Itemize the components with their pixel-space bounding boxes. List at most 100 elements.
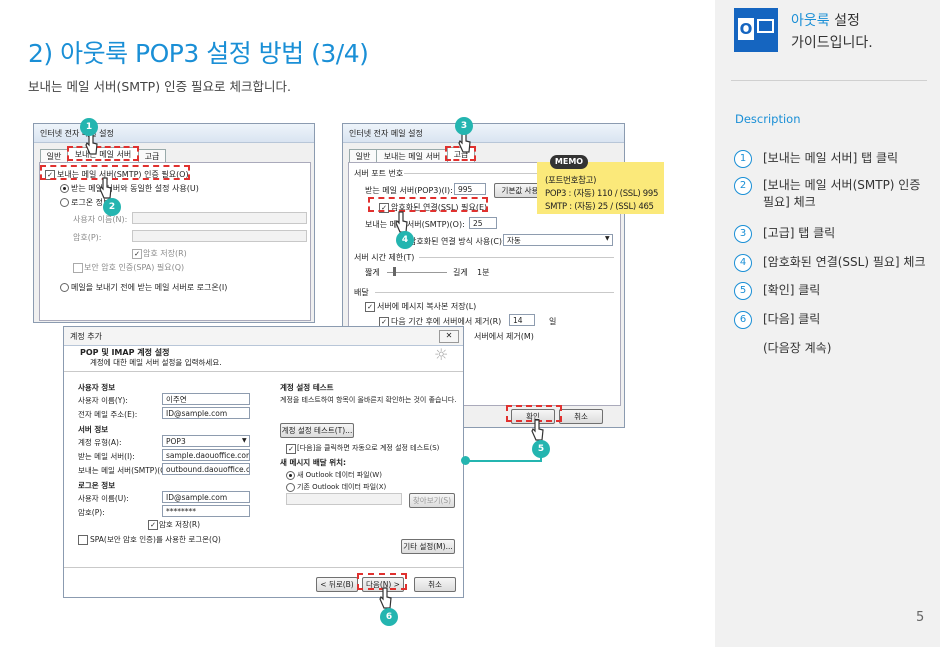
days-unit: 일 xyxy=(549,317,557,326)
connector-line xyxy=(466,460,542,462)
leave-copy-checkbox[interactable]: ✓ xyxy=(365,302,375,312)
spa-checkbox[interactable] xyxy=(78,535,88,545)
outgoing-port-label: 보내는 메일 서버(SMTP)(O): xyxy=(365,220,465,229)
dialog-title: 인터넷 전자 메일 설정 xyxy=(349,129,423,138)
password-input[interactable] xyxy=(132,230,307,242)
step-number: 3 xyxy=(734,225,752,243)
auto-test-checkbox[interactable]: ✓ xyxy=(286,444,296,454)
spa-checkbox[interactable] xyxy=(73,263,83,273)
hand-pointer-icon xyxy=(99,177,112,199)
tab-panel: ✓ 보내는 메일 서버(SMTP) 인증 필요(O) 받는 메일 서버와 동일한… xyxy=(39,162,311,321)
outlook-logo-letter: O xyxy=(738,18,754,40)
close-icon[interactable]: ✕ xyxy=(439,330,459,343)
password-label: 암호(P): xyxy=(78,508,105,517)
spa-label: 보안 암호 인증(SPA) 필요(Q) xyxy=(84,263,185,272)
incoming-port-label: 받는 메일 서버(POP3)(I): xyxy=(365,186,453,195)
password-input[interactable]: ******** xyxy=(162,505,250,517)
login-section-label: 로그온 정보 xyxy=(78,481,116,490)
step-text: [다음] 클릭 xyxy=(763,312,821,326)
days-input[interactable]: 14 xyxy=(509,314,535,326)
step-text: [보내는 메일 서버(SMTP) 인증 필요] 체크 xyxy=(763,178,921,209)
step-number: 5 xyxy=(734,282,752,300)
email-label: 전자 메일 주소(E): xyxy=(78,410,138,419)
highlight-smtp-auth xyxy=(40,165,190,180)
memo-tag: MEMO xyxy=(550,155,588,169)
outgoing-server-input[interactable]: outbound.daouoffice.com xyxy=(162,463,250,475)
timeout-value: 1분 xyxy=(477,268,490,277)
incoming-server-input[interactable]: sample.daouoffice.com xyxy=(162,449,250,461)
tab-advanced[interactable]: 고급 xyxy=(138,149,166,163)
timeout-slider-track[interactable] xyxy=(387,272,447,273)
dialog-subheading: 계정에 대한 메일 서버 설정을 입력하세요. xyxy=(90,358,222,367)
leave-copy-label: 서버에 메시지 복사본 저장(L) xyxy=(377,302,477,311)
step-marker: 1 xyxy=(80,118,98,136)
remove-deleted-label: 서버에서 제거(M) xyxy=(474,332,534,341)
email-input[interactable]: ID@sample.com xyxy=(162,407,250,419)
browse-button[interactable]: 찾아보기(S) xyxy=(409,493,455,508)
same-settings-radio[interactable] xyxy=(60,184,69,193)
dialog-title: 계정 추가 xyxy=(70,332,102,341)
step-marker: 4 xyxy=(396,231,414,249)
step-text: [암호화된 연결(SSL) 필요] 체크 xyxy=(763,255,926,269)
outgoing-server-label: 보내는 메일 서버(SMTP)(O): xyxy=(78,466,172,475)
existing-pst-label: 기존 Outlook 데이터 파일(X) xyxy=(297,483,387,491)
step-marker: 3 xyxy=(455,117,473,135)
test-account-button[interactable]: 계정 설정 테스트(T)... xyxy=(280,423,354,438)
guide-subtitle: 가이드입니다. xyxy=(791,35,873,51)
new-pst-radio[interactable] xyxy=(286,471,295,480)
cancel-button[interactable]: 취소 xyxy=(414,577,456,592)
tab-general[interactable]: 일반 xyxy=(349,149,377,163)
dialog-titlebar: 계정 추가 xyxy=(64,327,463,346)
divider xyxy=(731,80,927,81)
username-input[interactable] xyxy=(132,212,307,224)
tab-general[interactable]: 일반 xyxy=(40,149,68,163)
dialog-titlebar: 인터넷 전자 메일 설정 xyxy=(343,124,624,143)
connector-dot xyxy=(461,456,470,465)
step-marker: 2 xyxy=(103,198,121,216)
memo-line: SMTP : (자동) 25 / (SSL) 465 xyxy=(545,202,654,212)
page-subtitle: 보내는 메일 서버(SMTP) 인증 필요로 체크합니다. xyxy=(28,79,291,94)
existing-pst-radio[interactable] xyxy=(286,483,295,492)
test-description: 계정을 테스트하여 항목이 올바른지 확인하는 것이 좋습니다. xyxy=(280,396,457,404)
username-label: 사용자 이름(N): xyxy=(73,215,128,224)
memo-line: (포트번호참고) xyxy=(545,176,597,186)
delivery-section-label: 배달 xyxy=(354,288,369,297)
user-section-label: 사용자 정보 xyxy=(78,383,116,392)
deliver-section-label: 새 메시지 배달 위치: xyxy=(280,458,347,467)
password-label: 암호(P): xyxy=(73,233,102,242)
step-text: [고급] 탭 클릭 xyxy=(763,226,836,240)
pst-path-input[interactable] xyxy=(286,493,402,505)
new-pst-label: 새 Outlook 데이터 파일(W) xyxy=(297,471,382,479)
guide-title: 아웃룩 설정 xyxy=(791,10,860,30)
cursor-icon: ☼ xyxy=(434,345,449,364)
dialog-title: 인터넷 전자 메일 설정 xyxy=(40,129,114,138)
remember-password-checkbox[interactable]: ✓ xyxy=(132,249,142,259)
logon-before-radio[interactable] xyxy=(60,283,69,292)
add-account-dialog: 계정 추가 ✕ POP 및 IMAP 계정 설정 계정에 대한 메일 서버 설정… xyxy=(63,326,464,598)
remember-password-checkbox[interactable]: ✓ xyxy=(148,520,158,530)
back-button[interactable]: < 뒤로(B) xyxy=(316,577,358,592)
step-number: 1 xyxy=(734,150,752,168)
incoming-port-input[interactable]: 995 xyxy=(454,183,486,195)
divider xyxy=(375,292,614,293)
guide-title-rest: 설정 xyxy=(829,13,860,29)
incoming-server-label: 받는 메일 서버(I): xyxy=(78,452,135,461)
user-name-label: 사용자 이름(U): xyxy=(78,494,129,503)
port-section-label: 서버 포트 번호 xyxy=(354,169,404,178)
dialog-titlebar: 인터넷 전자 메일 설정 xyxy=(34,124,314,143)
timeout-long-label: 길게 xyxy=(453,268,468,277)
account-type-select[interactable]: POP3 xyxy=(162,435,250,447)
encryption-type-select[interactable]: 자동 xyxy=(503,234,613,246)
user-name-input[interactable]: ID@sample.com xyxy=(162,491,250,503)
name-input[interactable]: 이주연 xyxy=(162,393,250,405)
divider xyxy=(419,257,614,258)
tab-outgoing-server[interactable]: 보내는 메일 서버 xyxy=(376,149,448,163)
login-with-radio[interactable] xyxy=(60,198,69,207)
cancel-button[interactable]: 취소 xyxy=(559,409,603,424)
encryption-type-label: 암호화된 연결 방식 사용(C): xyxy=(409,237,505,246)
timeout-slider-thumb[interactable] xyxy=(393,267,396,276)
highlight-ssl xyxy=(368,197,488,212)
chevron-down-icon: ▼ xyxy=(242,437,247,444)
outgoing-port-input[interactable]: 25 xyxy=(469,217,497,229)
more-settings-button[interactable]: 기타 설정(M)... xyxy=(401,539,455,554)
